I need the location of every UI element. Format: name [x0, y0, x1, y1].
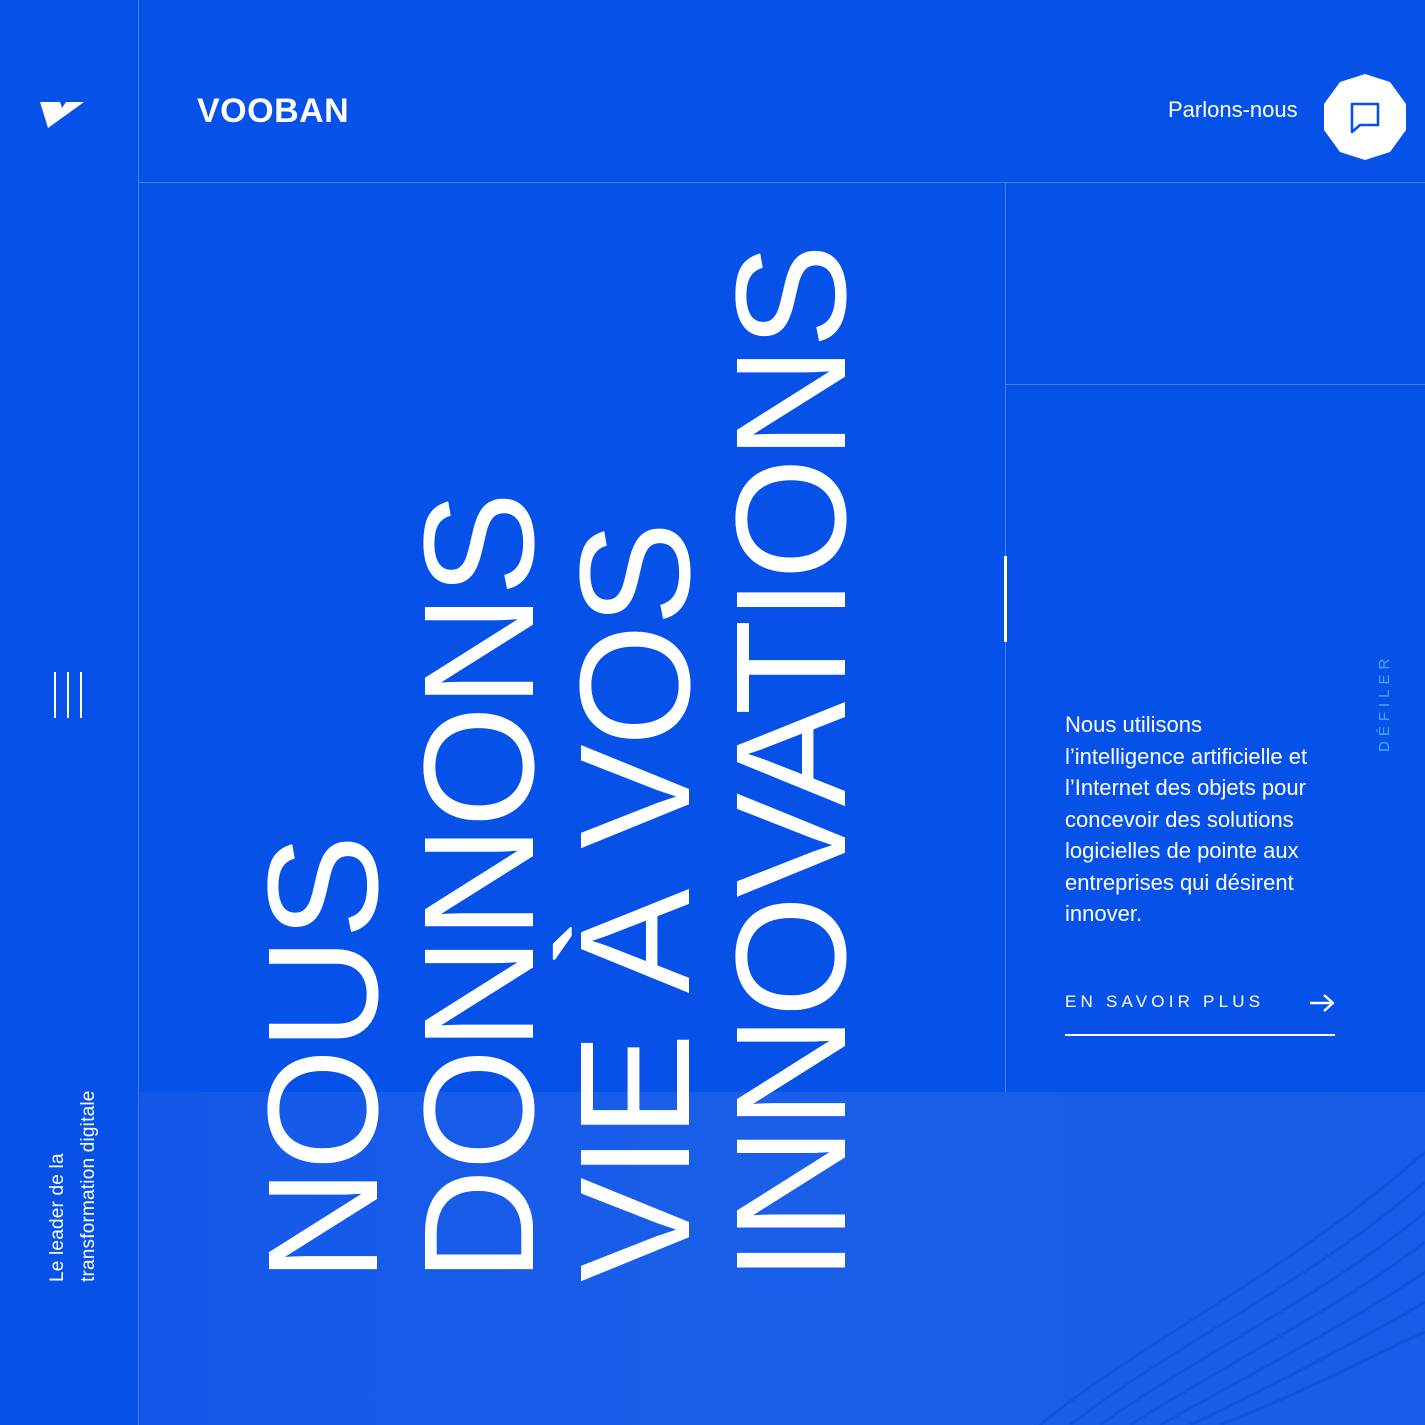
headline-line-4: INNOVATIONS: [704, 245, 879, 1282]
hero-description: Nous utilisons l’intelligence artificiel…: [1065, 712, 1308, 926]
chat-button-background: [1324, 74, 1406, 160]
scroll-progress-indicator: [1004, 556, 1007, 642]
sidebar-divider: [138, 0, 139, 1425]
menu-bars-icon[interactable]: [52, 672, 86, 718]
tagline-line-1: Le leader de la: [47, 1153, 68, 1282]
headline-line-2: DONNONS: [392, 493, 567, 1282]
learn-more-label: EN SAVOIR PLUS: [1065, 992, 1265, 1011]
arrow-right-icon: [1310, 994, 1335, 1012]
header-divider: [139, 182, 1425, 183]
brand-name[interactable]: VOOBAN: [197, 92, 349, 131]
chat-button[interactable]: [1322, 74, 1408, 160]
page: Le leader de la transformation digitale …: [0, 0, 1425, 1425]
scroll-label[interactable]: DÉFILER: [1376, 654, 1393, 752]
headline-line-1: NOUS: [236, 836, 411, 1282]
tagline-line-2: transformation digitale: [78, 1090, 99, 1282]
learn-more-link[interactable]: EN SAVOIR PLUS: [1065, 990, 1335, 1036]
sidebar-tagline: Le leader de la transformation digitale: [42, 1090, 104, 1282]
right-panel-divider: [1006, 384, 1425, 385]
hero-headline: NOUS DONNONS VIE À VOS INNOVATIONS: [236, 245, 879, 1282]
headline-line-3: VIE À VOS: [548, 523, 723, 1282]
contact-link[interactable]: Parlons-nous: [1168, 97, 1298, 123]
vooban-logo-icon[interactable]: [38, 98, 86, 132]
